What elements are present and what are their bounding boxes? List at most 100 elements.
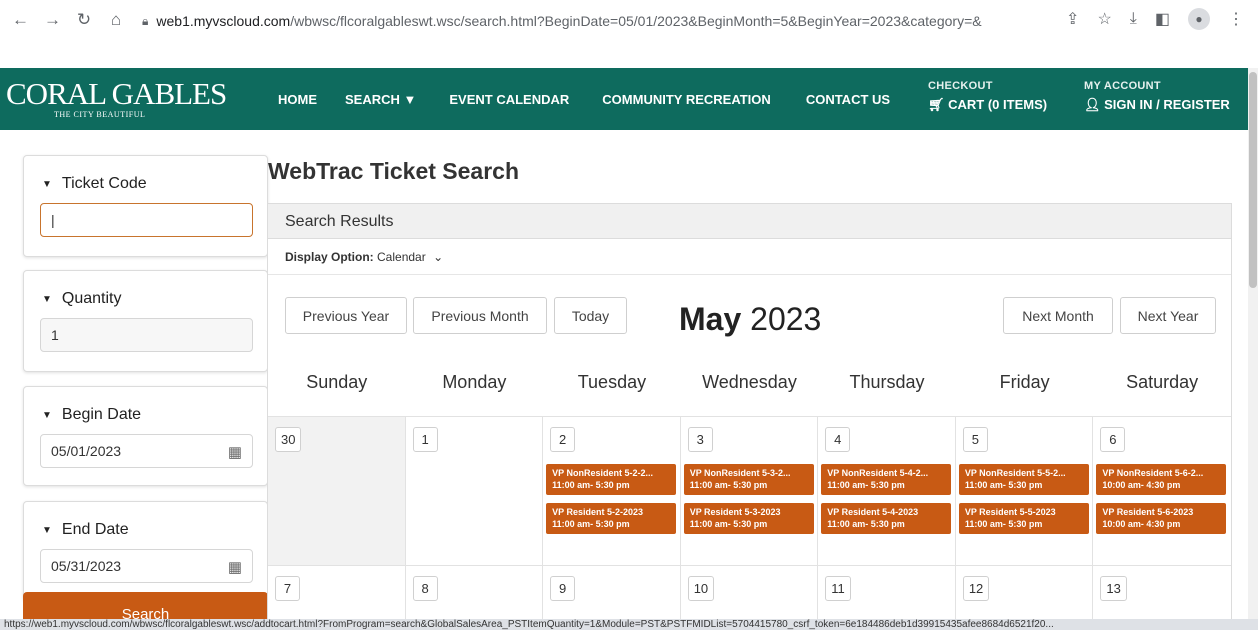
calendar-event[interactable]: VP Resident 5-4-2023 11:00 am- 5:30 pm xyxy=(821,503,952,534)
event-time: 10:00 am- 4:30 pm xyxy=(1102,519,1181,529)
cart-label[interactable]: CART (0 ITEMS) xyxy=(948,97,1047,112)
end-date-input[interactable]: 05/31/2023 ▦ xyxy=(40,549,253,583)
account-block[interactable]: MY ACCOUNT 👤︎ SIGN IN / REGISTER xyxy=(1084,80,1230,113)
calendar-grid: 30 1 2 VP NonResident 5-2-2... 11:00 am- 5:3… xyxy=(268,416,1231,630)
begin-date-panel: ▼ Begin Date 05/01/2023 ▦ xyxy=(23,386,268,486)
day-number: 4 xyxy=(825,427,851,452)
ticket-code-panel: ▼ Ticket Code | xyxy=(23,155,268,257)
day-number: 6 xyxy=(1100,427,1126,452)
nav-home[interactable]: HOME xyxy=(278,92,317,107)
home-icon[interactable]: ⌂ xyxy=(108,10,124,30)
month-name: May xyxy=(679,301,742,337)
cart-block[interactable]: CHECKOUT 🛒︎ CART (0 ITEMS) xyxy=(928,80,1047,113)
event-time: 11:00 am- 5:30 pm xyxy=(689,480,768,490)
event-name: VP NonResident 5-4-2... xyxy=(827,468,929,478)
next-month-button[interactable]: Next Month xyxy=(1003,297,1113,334)
previous-month-button[interactable]: Previous Month xyxy=(413,297,547,334)
calendar-day-cell[interactable]: 5 VP NonResident 5-5-2... 11:00 am- 5:30 p… xyxy=(955,417,1094,565)
begin-date-value: 05/01/2023 xyxy=(51,443,122,459)
display-option[interactable]: Display Option: Calendar ⌄ xyxy=(285,250,443,264)
bookmark-star-icon[interactable]: ☆ xyxy=(1097,9,1111,29)
checkout-label: CHECKOUT xyxy=(928,80,993,92)
ticket-code-toggle[interactable]: ▼ Ticket Code xyxy=(42,175,147,193)
reload-icon[interactable]: ↻ xyxy=(76,10,92,30)
display-option-value[interactable]: Calendar xyxy=(377,250,426,264)
weekday-label: Monday xyxy=(442,372,507,392)
calendar-icon[interactable]: ▦ xyxy=(228,443,242,461)
quantity-input[interactable]: 1 xyxy=(40,318,253,352)
end-date-toggle[interactable]: ▼ End Date xyxy=(42,521,129,539)
previous-year-button[interactable]: Previous Year xyxy=(285,297,407,334)
end-date-value: 05/31/2023 xyxy=(51,558,122,574)
signin-row: 👤︎ SIGN IN / REGISTER xyxy=(1084,97,1230,113)
main-nav: HOME SEARCH ▼ EVENT CALENDAR COMMUNITY R… xyxy=(278,68,890,130)
day-number: 3 xyxy=(687,427,713,452)
calendar-event[interactable]: VP Resident 5-2-2023 11:00 am- 5:30 pm xyxy=(546,503,677,534)
event-name: VP Resident 5-2-2023 xyxy=(552,507,644,517)
event-name: VP NonResident 5-6-2... xyxy=(1102,468,1204,478)
calendar-day-cell[interactable]: 1 xyxy=(405,417,544,565)
nav-contact-us[interactable]: CONTACT US xyxy=(806,92,890,107)
caret-down-icon: ▼ xyxy=(42,293,52,305)
calendar-day-cell[interactable]: 30 xyxy=(268,417,406,565)
event-time: 11:00 am- 5:30 pm xyxy=(964,519,1043,529)
calendar-day-cell[interactable]: 6 VP NonResident 5-6-2... 10:00 am- 4:30 p… xyxy=(1093,417,1231,565)
cart-row: 🛒︎ CART (0 ITEMS) xyxy=(928,97,1047,113)
caret-down-icon: ▼ xyxy=(42,524,52,536)
next-year-button[interactable]: Next Year xyxy=(1120,297,1216,334)
profile-avatar-icon[interactable]: ● xyxy=(1188,8,1210,30)
nav-search[interactable]: SEARCH ▼ xyxy=(345,92,416,107)
more-menu-icon[interactable]: ⋮ xyxy=(1228,9,1244,29)
calendar-event[interactable]: VP NonResident 5-6-2... 10:00 am- 4:30 pm xyxy=(1096,464,1227,495)
event-time: 11:00 am- 5:30 pm xyxy=(552,480,630,490)
nav-community-recreation[interactable]: COMMUNITY RECREATION xyxy=(602,92,771,107)
calendar-event[interactable]: VP NonResident 5-3-2... 11:00 am- 5:30 pm xyxy=(683,464,814,495)
begin-date-title: Begin Date xyxy=(61,406,142,423)
event-name: VP Resident 5-5-2023 xyxy=(964,507,1056,517)
browser-nav-buttons: ← → ↻ ⌂ xyxy=(12,10,124,30)
calendar-event[interactable]: VP NonResident 5-4-2... 11:00 am- 5:30 pm xyxy=(821,464,952,495)
browser-chrome: ← → ↻ ⌂ 🔒︎ web1.myvscloud.com /wbwsc/flc… xyxy=(0,0,1258,68)
weekday-label: Friday xyxy=(999,372,1050,392)
calendar-event[interactable]: VP NonResident 5-5-2... 11:00 am- 5:30 pm xyxy=(958,464,1089,495)
begin-date-input[interactable]: 05/01/2023 ▦ xyxy=(40,434,253,468)
url-host: web1.myvscloud.com xyxy=(156,13,291,29)
event-name: VP Resident 5-6-2023 xyxy=(1102,507,1194,517)
calendar-day-cell[interactable]: 4 VP NonResident 5-4-2... 11:00 am- 5:30 p… xyxy=(818,417,956,565)
calendar-event[interactable]: VP Resident 5-6-2023 10:00 am- 4:30 pm xyxy=(1096,503,1227,534)
nav-event-calendar[interactable]: EVENT CALENDAR xyxy=(449,92,569,107)
calendar-event[interactable]: VP Resident 5-3-2023 11:00 am- 5:30 pm xyxy=(683,503,814,534)
signin-link[interactable]: SIGN IN / REGISTER xyxy=(1104,97,1230,112)
logo-subtitle: THE CITY BEAUTIFUL xyxy=(54,110,146,119)
day-number: 30 xyxy=(275,427,302,452)
begin-date-toggle[interactable]: ▼ Begin Date xyxy=(42,406,141,424)
calendar-day-cell[interactable]: 3 VP NonResident 5-3-2... 11:00 am- 5:30 p… xyxy=(680,417,819,565)
event-time: 11:00 am- 5:30 pm xyxy=(689,519,768,529)
calendar-day-cell[interactable]: 2 VP NonResident 5-2-2... 11:00 am- 5:30 p… xyxy=(543,417,681,565)
day-number: 5 xyxy=(962,427,988,452)
caret-down-icon: ▼ xyxy=(42,409,52,421)
today-button[interactable]: Today xyxy=(554,297,627,334)
address-bar[interactable]: 🔒︎ web1.myvscloud.com /wbwsc/flcoralgabl… xyxy=(142,8,982,34)
site-logo[interactable]: CORAL GABLES THE CITY BEAUTIFUL xyxy=(6,76,227,120)
logo-text: CORAL GABLES xyxy=(6,76,227,111)
lock-icon: 🔒︎ xyxy=(142,13,149,28)
calendar-icon[interactable]: ▦ xyxy=(228,558,242,576)
share-icon[interactable]: ⇪ xyxy=(1066,9,1079,29)
calendar-event[interactable]: VP Resident 5-5-2023 11:00 am- 5:30 pm xyxy=(958,503,1089,534)
day-number: 9 xyxy=(550,576,576,601)
ticket-code-input[interactable]: | xyxy=(40,203,253,237)
quantity-toggle[interactable]: ▼ Quantity xyxy=(42,290,122,308)
scrollbar-thumb[interactable] xyxy=(1249,72,1257,288)
ticket-code-title: Ticket Code xyxy=(61,175,147,192)
event-time: 11:00 am- 5:30 pm xyxy=(552,519,630,529)
download-icon[interactable]: ⤓ xyxy=(1130,10,1137,28)
day-number: 8 xyxy=(412,576,438,601)
side-panel-icon[interactable]: ◧ xyxy=(1155,9,1170,29)
calendar-week: 30 1 2 VP NonResident 5-2-2... 11:00 am- 5:3… xyxy=(268,416,1231,565)
month-year: 2023 xyxy=(750,301,822,337)
forward-icon[interactable]: → xyxy=(44,10,61,30)
back-icon[interactable]: ← xyxy=(12,10,29,30)
day-number: 13 xyxy=(1100,576,1127,601)
calendar-event[interactable]: VP NonResident 5-2-2... 11:00 am- 5:30 pm xyxy=(546,464,677,495)
